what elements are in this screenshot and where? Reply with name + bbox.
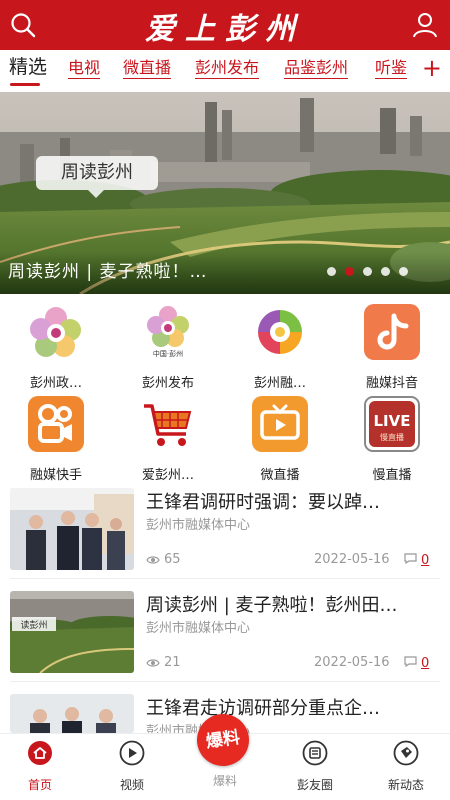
thumb-tag: 读彭州 [20, 619, 47, 631]
banner-carousel[interactable]: 周读彭州 周读彭州 | 麦子熟啦！… [0, 92, 450, 294]
grid-item-pengzhou-media[interactable]: 彭州融… [224, 304, 336, 391]
comment-count-value[interactable]: 0 [421, 656, 429, 671]
news-divider [10, 578, 440, 579]
grid-item-kuaishou[interactable]: 融媒快手 [0, 396, 112, 483]
tab-pinjian-pengzhou[interactable]: 品鉴彭州 [284, 58, 349, 79]
active-tab-indicator [10, 83, 40, 86]
carousel-dot[interactable] [381, 267, 390, 276]
banner-stamp: 周读彭州 [36, 156, 158, 198]
flower-logo-icon [30, 307, 81, 357]
carousel-dot-active[interactable] [345, 267, 354, 276]
news-divider [10, 681, 440, 682]
news-item[interactable]: 王锋君调研时强调：要以踔… 彭州市融媒体中心 65 2022-05-16 0 [0, 488, 450, 572]
comment-icon [404, 656, 417, 668]
comment-icon [404, 553, 417, 565]
eye-icon [146, 556, 160, 564]
flower-logo-icon: 中国·彭州 [147, 306, 189, 358]
view-count-value: 65 [164, 552, 181, 567]
play-icon [119, 740, 145, 766]
logo-caption: 中国·彭州 [153, 349, 183, 358]
nav-news-dynamics[interactable]: 新动态 [366, 740, 446, 793]
nav-home[interactable]: 首页 [0, 740, 80, 793]
tab-micro-live[interactable]: 微直播 [123, 58, 172, 79]
grid-item-label: 彭州政… [29, 376, 82, 391]
douyin-icon [364, 304, 420, 360]
tab-jingxuan[interactable]: 精选 [9, 56, 47, 78]
live-badge-text: LIVE [374, 412, 411, 430]
grid-item-label: 融媒快手 [29, 468, 82, 483]
live-icon: LIVE 慢直播 [364, 396, 420, 452]
carousel-dots [318, 261, 408, 280]
news-date: 2022-05-16 [314, 552, 390, 567]
eye-icon [146, 659, 160, 667]
news-source: 彭州市融媒体中心 [146, 518, 251, 533]
shopping-cart-icon [144, 404, 192, 446]
news-title[interactable]: 王锋君调研时强调：要以踔… [146, 488, 440, 514]
news-title[interactable]: 王锋君走访调研部分重点企… [146, 694, 440, 720]
news-item[interactable]: 读彭州 周读彭州 | 麦子熟啦！彭州田… 彭州市融媒体中心 21 2022-05… [0, 591, 450, 675]
grid-item-label: 微直播 [260, 468, 300, 483]
grid-item-pengzhou-gov[interactable]: 彭州政… [0, 304, 112, 391]
tab-tingjian[interactable]: 听鉴 [375, 58, 408, 79]
news-thumbnail: 读彭州 [10, 591, 134, 673]
home-icon [28, 741, 52, 765]
carousel-dot[interactable] [363, 267, 372, 276]
user-icon[interactable] [410, 10, 440, 40]
grid-item-label: 彭州融… [253, 376, 306, 391]
grid-item-label: 融媒抖音 [365, 376, 418, 391]
add-channel-button[interactable]: + [422, 54, 442, 82]
nav-label: 爆料 [212, 774, 237, 788]
tab-pengzhou-release[interactable]: 彭州发布 [195, 58, 260, 79]
grid-item-label: 慢直播 [372, 468, 412, 483]
comment-count-value[interactable]: 0 [421, 553, 429, 568]
app-header: 爱上彭州 [0, 0, 450, 50]
nav-label: 视频 [119, 778, 144, 792]
grid-item-douyin[interactable]: 融媒抖音 [336, 304, 448, 391]
news-thumbnail [10, 694, 134, 733]
service-grid: 彭州政… 中国·彭州 彭州发布 彭州融… 融媒抖音 融媒快手 爱彭州… 微直播 … [0, 296, 450, 483]
banner-caption[interactable]: 周读彭州 | 麦子熟啦！… [8, 257, 208, 282]
comment-count[interactable]: 0 [404, 552, 429, 568]
grid-item-label: 彭州发布 [141, 376, 194, 391]
news-thumbnail [10, 488, 134, 570]
nav-label: 彭友圈 [296, 778, 333, 792]
grid-item-ai-pengzhou[interactable]: 爱彭州… [112, 396, 224, 483]
news-source: 彭州市融媒体中心 [146, 621, 251, 636]
grid-item-micro-live[interactable]: 微直播 [224, 396, 336, 483]
carousel-dot[interactable] [327, 267, 336, 276]
live-badge-sub: 慢直播 [380, 432, 404, 442]
news-date: 2022-05-16 [314, 655, 390, 670]
view-count: 21 [146, 655, 181, 670]
nav-video[interactable]: 视频 [92, 740, 172, 793]
grid-item-label: 爱彭州… [141, 468, 194, 483]
view-count: 65 [146, 552, 181, 567]
grid-item-slow-live[interactable]: LIVE 慢直播 慢直播 [336, 396, 448, 483]
circle-icon [302, 740, 328, 766]
nav-pengyouquan[interactable]: 彭友圈 [275, 740, 355, 793]
nav-label: 新动态 [387, 778, 424, 792]
grid-item-pengzhou-release[interactable]: 中国·彭州 彭州发布 [112, 304, 224, 391]
app-logo: 爱上彭州 [145, 12, 305, 47]
carousel-dot[interactable] [399, 267, 408, 276]
kuaishou-icon [28, 396, 84, 452]
nav-label: 首页 [27, 778, 52, 792]
channel-tabs: 精选 电视 微直播 彭州发布 品鉴彭州 听鉴 + [0, 50, 450, 90]
news-title[interactable]: 周读彭州 | 麦子熟啦！彭州田… [146, 591, 440, 617]
comment-count[interactable]: 0 [404, 655, 429, 671]
swirl-logo-icon [258, 310, 302, 354]
tag-icon [393, 740, 419, 766]
view-count-value: 21 [164, 655, 181, 670]
tab-tv[interactable]: 电视 [68, 58, 101, 79]
tv-play-icon [252, 396, 308, 452]
